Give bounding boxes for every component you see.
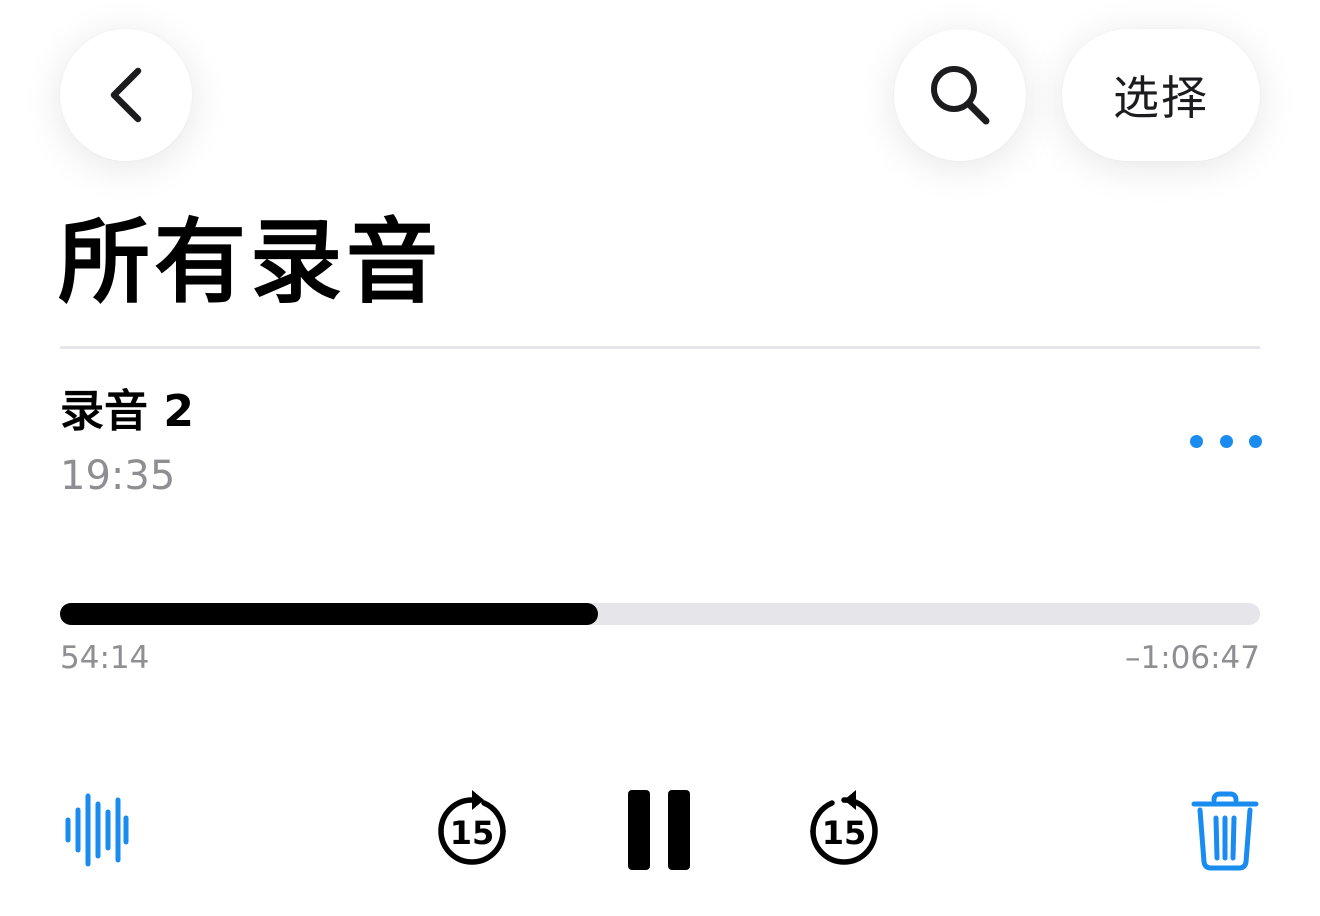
chevron-left-icon (110, 67, 142, 123)
select-button-label: 选择 (1113, 71, 1209, 125)
ellipsis-icon-dot (1249, 434, 1262, 448)
playback-scrubber[interactable] (60, 603, 1260, 625)
waveform-icon (65, 793, 129, 867)
select-button[interactable]: 选择 (1062, 29, 1260, 161)
page-title: 所有录音 (58, 209, 443, 316)
divider (60, 346, 1260, 349)
rewind-15-icon: 15 (438, 790, 506, 865)
recording-title[interactable]: 录音 2 (60, 386, 194, 439)
more-options-button[interactable] (1188, 420, 1264, 462)
ellipsis-icon-dot (1219, 434, 1233, 448)
forward-15-label: 15 (822, 814, 867, 852)
back-button[interactable] (60, 29, 192, 161)
search-button[interactable] (894, 29, 1026, 161)
voice-memos-screen: 选择 所有录音 录音 2 19:35 54:14 –1:06:47 15 15 (0, 0, 1320, 916)
remaining-time: –1:06:47 (1124, 640, 1260, 676)
pause-icon (628, 790, 690, 870)
rewind-15-button[interactable]: 15 (432, 786, 512, 872)
recording-time: 19:35 (60, 453, 176, 499)
delete-button[interactable] (1186, 790, 1264, 872)
waveform-button[interactable] (60, 790, 132, 870)
playback-progress-fill (60, 603, 598, 625)
elapsed-time: 54:14 (60, 640, 150, 676)
trash-icon (1191, 791, 1259, 871)
forward-15-button[interactable]: 15 (804, 786, 884, 872)
rewind-15-label: 15 (450, 814, 495, 852)
forward-15-icon: 15 (810, 790, 878, 865)
ellipsis-icon-dot (1190, 434, 1203, 448)
magnifying-glass-icon (931, 66, 990, 125)
pause-button[interactable] (622, 784, 696, 876)
